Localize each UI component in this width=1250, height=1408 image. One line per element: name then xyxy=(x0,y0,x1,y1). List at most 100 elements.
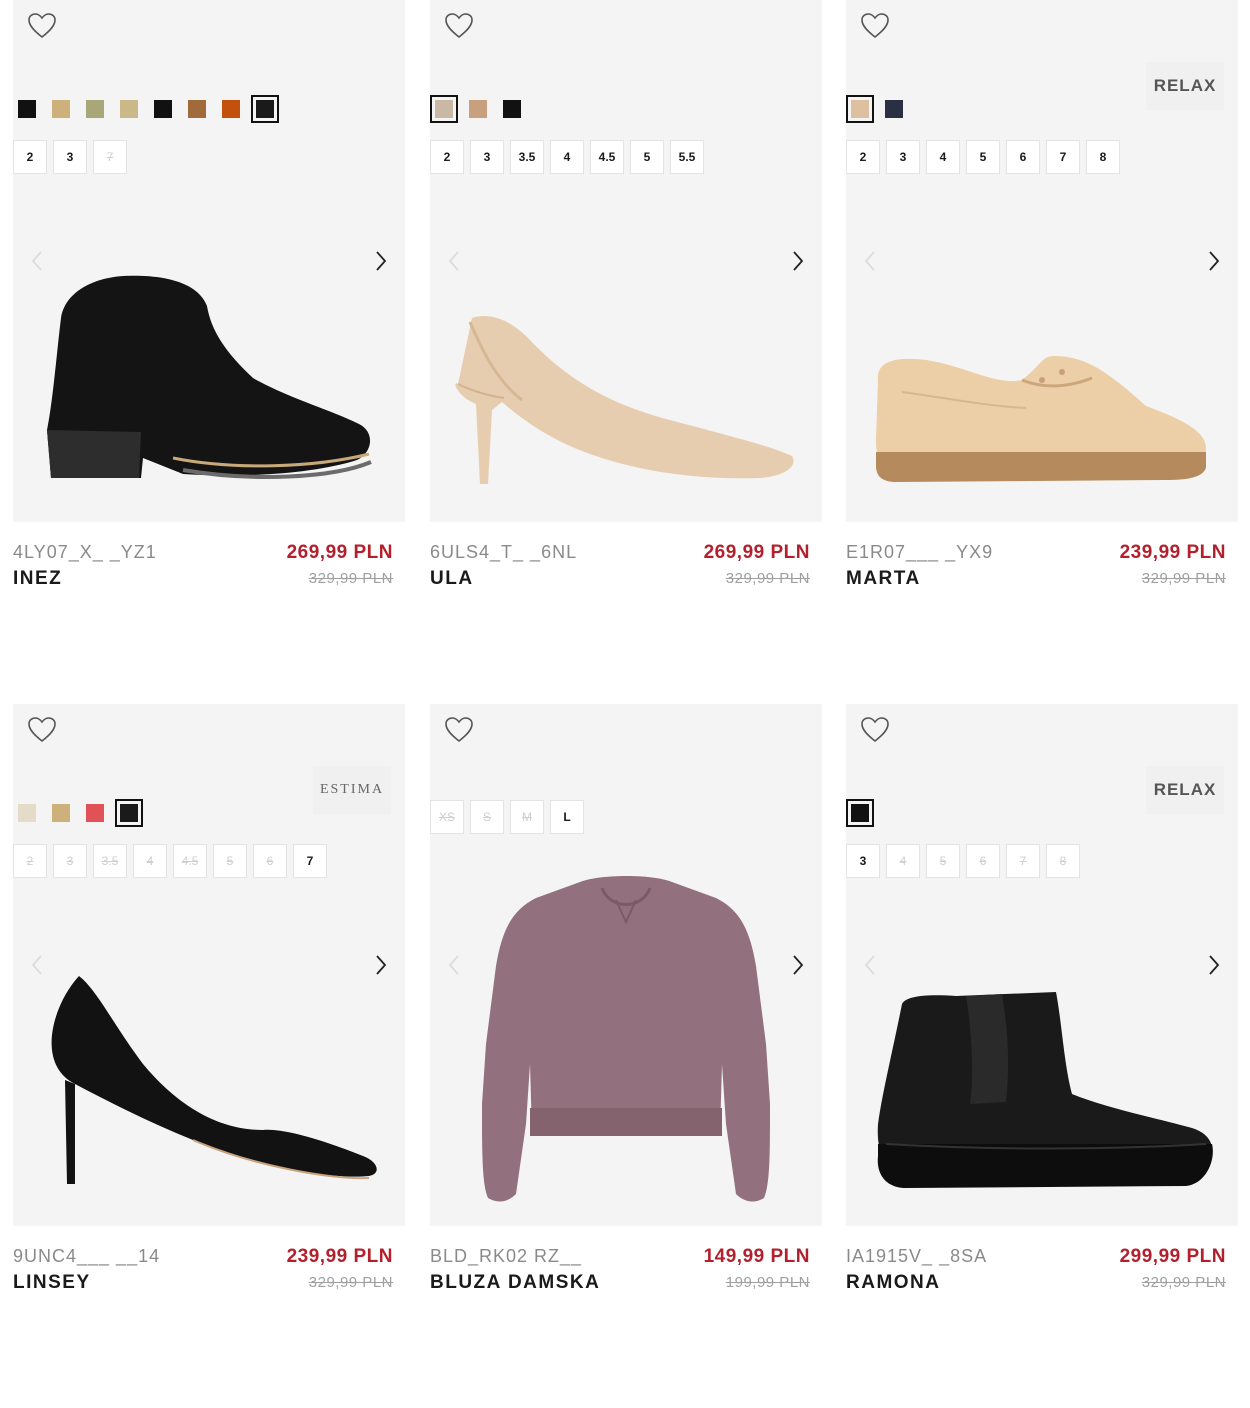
wishlist-heart-icon[interactable] xyxy=(860,12,890,40)
size-option[interactable]: 7 xyxy=(1046,140,1080,174)
product-card[interactable]: 4LY07_X_ _YZ1 INEZ 269,99 PLN 329,99 PLN… xyxy=(13,0,405,589)
product-sku: BLD_RK02 RZ__ xyxy=(430,1246,583,1266)
product-image-box[interactable] xyxy=(430,0,822,522)
color-swatch[interactable] xyxy=(464,95,492,123)
size-option[interactable]: 3.5 xyxy=(510,140,544,174)
color-swatch[interactable] xyxy=(217,95,245,123)
wishlist-heart-icon[interactable] xyxy=(860,716,890,744)
color-swatch[interactable] xyxy=(498,95,526,123)
sweatshirt-image xyxy=(482,876,770,1202)
product-image-box[interactable] xyxy=(13,0,405,522)
size-option[interactable]: 2 xyxy=(846,140,880,174)
size-option[interactable]: 3 xyxy=(886,140,920,174)
size-option[interactable]: 7 xyxy=(93,140,127,174)
chevron-left-icon[interactable] xyxy=(444,952,464,978)
color-swatch[interactable] xyxy=(880,95,908,123)
product-name[interactable]: INEZ xyxy=(13,568,62,590)
color-swatch[interactable] xyxy=(115,95,143,123)
product-old-price: 199,99 PLN xyxy=(725,1274,810,1291)
color-swatch[interactable] xyxy=(47,799,75,827)
size-option[interactable]: 3.5 xyxy=(93,844,127,878)
color-swatch-fill xyxy=(256,100,274,118)
color-swatch[interactable] xyxy=(149,95,177,123)
product-name[interactable]: RAMONA xyxy=(846,1272,941,1294)
product-card[interactable]: ESTIMA 9UNC4___ __14 LINSEY 239,99 PLN 3… xyxy=(13,704,405,1293)
color-swatch-fill xyxy=(851,100,869,118)
chevron-left-icon[interactable] xyxy=(860,248,880,274)
size-option[interactable]: 5 xyxy=(926,844,960,878)
color-swatch[interactable] xyxy=(13,95,41,123)
color-swatch-fill xyxy=(86,100,104,118)
color-swatch[interactable] xyxy=(81,799,109,827)
size-option[interactable]: 7 xyxy=(1006,844,1040,878)
size-option[interactable]: 5.5 xyxy=(670,140,704,174)
size-option[interactable]: 3 xyxy=(846,844,880,878)
color-swatch[interactable] xyxy=(183,95,211,123)
product-name[interactable]: MARTA xyxy=(846,568,921,590)
product-card[interactable]: 6ULS4_T_ _6NL ULA 269,99 PLN 329,99 PLN … xyxy=(430,0,822,589)
color-swatch[interactable] xyxy=(430,95,458,123)
size-option[interactable]: 2 xyxy=(13,140,47,174)
size-option[interactable]: 4 xyxy=(133,844,167,878)
product-card[interactable]: RELAX E1R07___ _YX9 MARTA 239,99 PLN 329… xyxy=(846,0,1238,589)
size-option[interactable]: 5 xyxy=(630,140,664,174)
size-option[interactable]: 3 xyxy=(470,140,504,174)
size-option[interactable]: S xyxy=(470,800,504,834)
size-option[interactable]: 7 xyxy=(293,844,327,878)
size-option[interactable]: 4 xyxy=(550,140,584,174)
product-sku: 6ULS4_T_ _6NL xyxy=(430,542,578,562)
size-option[interactable]: 4 xyxy=(926,140,960,174)
color-swatch[interactable] xyxy=(115,799,143,827)
chevron-right-icon[interactable] xyxy=(371,248,391,274)
product-name[interactable]: BLUZA DAMSKA xyxy=(430,1272,600,1294)
wishlist-heart-icon[interactable] xyxy=(27,12,57,40)
color-swatch[interactable] xyxy=(47,95,75,123)
product-image-box[interactable]: RELAX xyxy=(846,704,1238,1226)
size-option[interactable]: M xyxy=(510,800,544,834)
color-swatch[interactable] xyxy=(251,95,279,123)
size-option[interactable]: 4.5 xyxy=(173,844,207,878)
chevron-right-icon[interactable] xyxy=(1204,248,1224,274)
color-swatch[interactable] xyxy=(13,799,41,827)
color-swatch[interactable] xyxy=(846,95,874,123)
product-price: 299,99 PLN xyxy=(1119,1246,1226,1267)
product-card[interactable]: RELAX IA1915V_ _8SA RAMONA 299,99 PLN 32… xyxy=(846,704,1238,1293)
color-swatch-fill xyxy=(469,100,487,118)
chevron-right-icon[interactable] xyxy=(788,248,808,274)
size-option[interactable]: 2 xyxy=(13,844,47,878)
wishlist-heart-icon[interactable] xyxy=(444,716,474,744)
chevron-left-icon[interactable] xyxy=(27,248,47,274)
chevron-left-icon[interactable] xyxy=(444,248,464,274)
size-option[interactable]: 2 xyxy=(430,140,464,174)
chevron-left-icon[interactable] xyxy=(860,952,880,978)
size-option[interactable]: 4 xyxy=(886,844,920,878)
size-option[interactable]: XS xyxy=(430,800,464,834)
size-option[interactable]: 8 xyxy=(1086,140,1120,174)
product-image-box[interactable]: ESTIMA xyxy=(13,704,405,1226)
size-option[interactable]: 6 xyxy=(253,844,287,878)
chevron-left-icon[interactable] xyxy=(27,952,47,978)
size-option[interactable]: L xyxy=(550,800,584,834)
product-image-box[interactable] xyxy=(430,704,822,1226)
size-option[interactable]: 3 xyxy=(53,844,87,878)
size-option[interactable]: 5 xyxy=(213,844,247,878)
color-swatch-fill xyxy=(86,804,104,822)
wishlist-heart-icon[interactable] xyxy=(27,716,57,744)
product-price: 269,99 PLN xyxy=(703,542,810,563)
product-name[interactable]: ULA xyxy=(430,568,474,590)
size-option[interactable]: 3 xyxy=(53,140,87,174)
product-card[interactable]: BLD_RK02 RZ__ BLUZA DAMSKA 149,99 PLN 19… xyxy=(430,704,822,1293)
size-option[interactable]: 8 xyxy=(1046,844,1080,878)
chevron-right-icon[interactable] xyxy=(788,952,808,978)
wishlist-heart-icon[interactable] xyxy=(444,12,474,40)
chevron-right-icon[interactable] xyxy=(371,952,391,978)
size-option[interactable]: 4.5 xyxy=(590,140,624,174)
size-option[interactable]: 5 xyxy=(966,140,1000,174)
product-name[interactable]: LINSEY xyxy=(13,1272,91,1294)
product-image-box[interactable]: RELAX xyxy=(846,0,1238,522)
color-swatch[interactable] xyxy=(846,799,874,827)
size-option[interactable]: 6 xyxy=(966,844,1000,878)
size-option[interactable]: 6 xyxy=(1006,140,1040,174)
chevron-right-icon[interactable] xyxy=(1204,952,1224,978)
color-swatch[interactable] xyxy=(81,95,109,123)
